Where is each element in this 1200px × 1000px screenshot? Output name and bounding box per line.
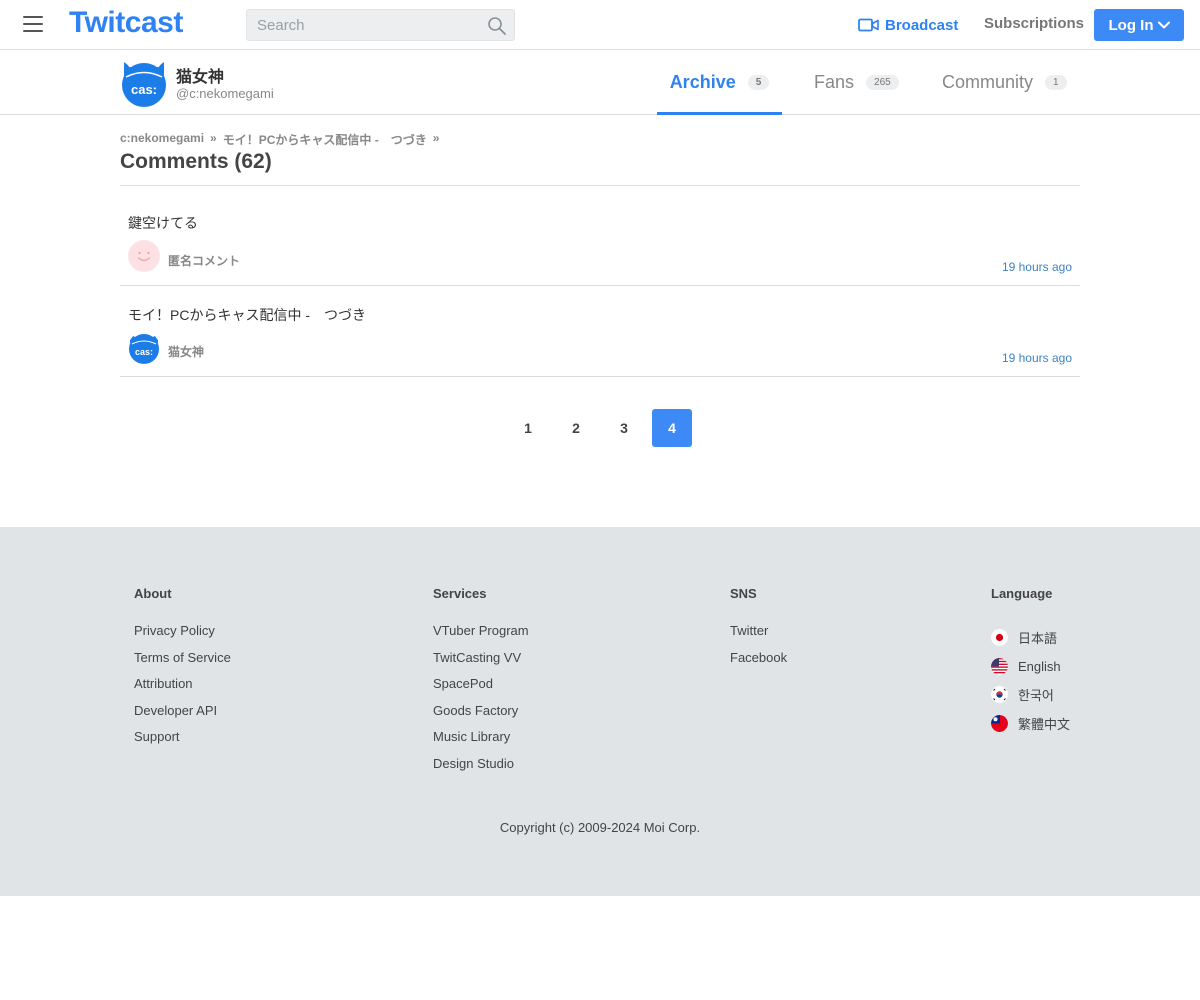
breadcrumb: c:nekomegami » モイ！PCからキャス配信中 - つづき » (120, 131, 439, 148)
copyright-text: Copyright (c) 2009-2024 Moi Corp. (499, 820, 701, 835)
tab-count-badge: 5 (747, 74, 770, 90)
footer-heading: SNS (730, 586, 757, 601)
page-button-3[interactable]: 3 (604, 409, 644, 447)
twitcast-logo[interactable]: Twitcast (69, 6, 183, 40)
tab-count-badge: 265 (866, 74, 899, 90)
avatar[interactable]: cas: (120, 59, 168, 107)
footer-link-design-studio[interactable]: Design Studio (433, 756, 529, 783)
breadcrumb-movie-link[interactable]: モイ！PCからキャス配信中 - つづき (223, 131, 427, 148)
comment-item: モイ！PCからキャス配信中 - つづき cas: 猫女神 19 hours ag… (120, 286, 1080, 377)
breadcrumb-separator: » (210, 131, 217, 145)
footer-link-privacy-policy[interactable]: Privacy Policy (134, 623, 231, 650)
search-box (246, 9, 515, 41)
footer-about: About Privacy Policy Terms of Service At… (134, 586, 231, 756)
comment-author[interactable]: 猫女神 (168, 343, 204, 360)
language-label: 한국어 (1018, 688, 1054, 704)
footer-language: Language 日本語 English 한국어 繁體中文 (991, 586, 1070, 738)
comment-text: モイ！PCからキャス配信中 - つづき (128, 307, 366, 323)
comment-text: 鍵空けてる (128, 215, 198, 231)
profile-name[interactable]: 猫女神 (176, 63, 224, 87)
search-input[interactable] (247, 10, 477, 40)
avatar-text: cas: (135, 347, 153, 357)
comment-timestamp[interactable]: 19 hours ago (1002, 351, 1072, 365)
language-option-korean[interactable]: 한국어 (991, 680, 1070, 709)
language-option-traditional-chinese[interactable]: 繁體中文 (991, 709, 1070, 738)
language-label: English (1018, 658, 1061, 674)
comment-author[interactable]: 匿名コメント (168, 252, 240, 269)
comment-timestamp[interactable]: 19 hours ago (1002, 260, 1072, 274)
tab-label: Community (942, 71, 1034, 92)
page-button-1[interactable]: 1 (508, 409, 548, 447)
tab-label: Fans (814, 71, 855, 92)
footer-link-attribution[interactable]: Attribution (134, 676, 231, 703)
tab-count-badge: 1 (1045, 74, 1067, 90)
footer-link-vtuber-program[interactable]: VTuber Program (433, 623, 529, 650)
footer-link-twitcasting-vv[interactable]: TwitCasting VV (433, 650, 529, 677)
anonymous-avatar[interactable] (128, 240, 160, 272)
avatar-text: cas: (131, 82, 157, 97)
subscriptions-link[interactable]: Subscriptions (984, 15, 1084, 32)
footer-link-music-library[interactable]: Music Library (433, 729, 529, 756)
footer-link-twitter[interactable]: Twitter (730, 623, 787, 650)
language-option-english[interactable]: English (991, 652, 1070, 681)
tab-community[interactable]: Community 1 (942, 50, 1067, 114)
top-header: Twitcast Broadcast Subscriptions Log In (0, 0, 1200, 50)
profile-handle: @c:nekomegami (176, 86, 274, 101)
footer-link-facebook[interactable]: Facebook (730, 650, 787, 677)
tab-archive[interactable]: Archive 5 (657, 50, 782, 115)
footer-heading: Language (991, 586, 1053, 601)
language-label: 日本語 (1018, 630, 1058, 646)
language-option-japanese[interactable]: 日本語 (991, 623, 1070, 652)
comment-item: 鍵空けてる 匿名コメント 19 hours ago (120, 186, 1080, 286)
pagination: 1 2 3 4 (508, 409, 692, 447)
footer-link-goods-factory[interactable]: Goods Factory (433, 703, 529, 730)
profile-bar: cas: 猫女神 @c:nekomegami Archive 5 Fans 26… (0, 50, 1200, 115)
footer-heading: Services (433, 586, 487, 601)
page-button-2[interactable]: 2 (556, 409, 596, 447)
broadcast-label: Broadcast (885, 16, 959, 34)
breadcrumb-separator: » (432, 131, 440, 145)
search-icon[interactable] (487, 16, 507, 36)
footer-services: Services VTuber Program TwitCasting VV S… (433, 586, 529, 782)
footer-sns: SNS Twitter Facebook (730, 586, 787, 676)
avatar[interactable]: cas: (128, 332, 160, 364)
page-button-4-current[interactable]: 4 (652, 409, 692, 447)
us-flag-icon (991, 657, 1008, 675)
video-camera-icon (858, 18, 879, 32)
footer-link-developer-api[interactable]: Developer API (134, 703, 231, 730)
footer-heading: About (134, 586, 172, 601)
tab-fans[interactable]: Fans 265 (814, 50, 899, 114)
broadcast-link[interactable]: Broadcast (858, 15, 958, 35)
japan-flag-icon (991, 628, 1008, 646)
footer-link-terms-of-service[interactable]: Terms of Service (134, 650, 231, 677)
footer-link-support[interactable]: Support (134, 729, 231, 756)
login-button[interactable]: Log In (1094, 9, 1184, 41)
tab-label: Archive (669, 71, 736, 92)
footer: About Privacy Policy Terms of Service At… (0, 527, 1200, 896)
login-label: Log In (1108, 16, 1154, 34)
chevron-down-icon (1157, 21, 1170, 29)
active-tab-indicator (657, 112, 782, 115)
taiwan-flag-icon (991, 714, 1008, 732)
breadcrumb-user-link[interactable]: c:nekomegami (120, 131, 204, 148)
menu-icon[interactable] (23, 16, 43, 32)
language-label: 繁體中文 (1018, 716, 1071, 732)
korea-flag-icon (991, 686, 1008, 704)
footer-link-spacepod[interactable]: SpacePod (433, 676, 529, 703)
page-title: Comments (62) (120, 150, 272, 173)
